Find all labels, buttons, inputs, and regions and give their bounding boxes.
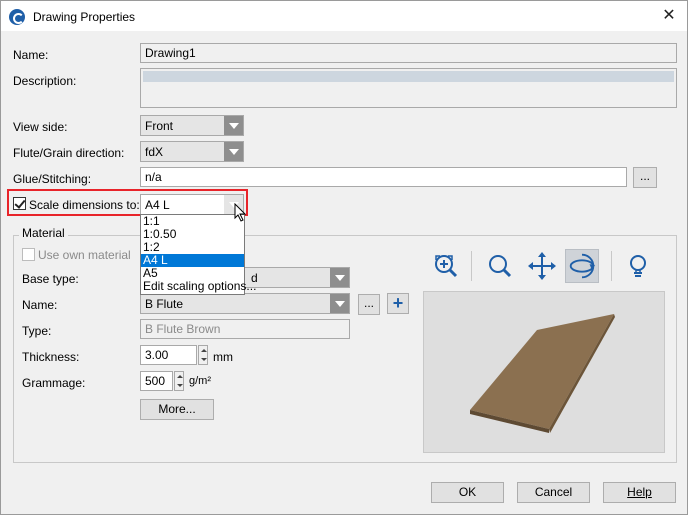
description-field[interactable] [140, 68, 677, 108]
chevron-down-icon [330, 294, 349, 313]
description-text-line [143, 71, 674, 82]
chevron-down-icon [224, 116, 243, 135]
flute-direction-select[interactable]: fdX [140, 141, 244, 162]
help-button[interactable]: Help [603, 482, 676, 503]
pan-icon[interactable] [525, 249, 559, 283]
scale-select[interactable]: A4 L [140, 194, 244, 215]
drawing-properties-dialog: Drawing Properties ✕ Name: Drawing1 Desc… [0, 0, 688, 515]
preview-toolbar [423, 243, 665, 289]
scale-dropdown-list: 1:1 1:0.50 1:2 A4 L A5 Edit scaling options..… [140, 214, 256, 295]
chevron-down-icon [224, 142, 243, 161]
flute-direction-value: fdX [145, 145, 164, 159]
material-name-value: B Flute [145, 297, 184, 311]
thickness-stepper[interactable] [198, 345, 208, 365]
ok-button[interactable]: OK [431, 482, 504, 503]
mouse-cursor-icon [234, 203, 247, 222]
app-logo-icon [9, 9, 25, 25]
grammage-stepper[interactable] [174, 371, 184, 391]
material-group-title: Material [19, 226, 68, 240]
cardboard-preview [470, 314, 615, 433]
name-label: Name: [13, 48, 49, 62]
chevron-down-icon [330, 268, 349, 287]
use-own-material-checkbox[interactable] [22, 248, 35, 261]
close-icon[interactable]: ✕ [657, 5, 681, 27]
scale-option[interactable]: Edit scaling options... [141, 280, 256, 293]
description-label: Description: [13, 74, 77, 88]
scale-value: A4 L [145, 198, 170, 212]
glue-browse-button[interactable]: ... [633, 167, 657, 188]
more-button[interactable]: More... [140, 399, 214, 420]
add-material-button[interactable]: + [387, 293, 409, 314]
scale-dimensions-checkbox[interactable] [13, 197, 26, 210]
use-own-material-label: Use own material [38, 248, 131, 262]
grammage-unit: g/m² [189, 375, 211, 387]
name-field[interactable]: Drawing1 [140, 43, 677, 63]
thickness-field[interactable]: 3.00 [140, 345, 197, 365]
cancel-button[interactable]: Cancel [517, 482, 590, 503]
rotate-icon[interactable] [565, 249, 599, 283]
view-side-value: Front [145, 119, 174, 133]
thickness-label: Thickness: [22, 350, 80, 364]
3d-preview-viewport[interactable] [423, 291, 665, 453]
grammage-label: Grammage: [22, 376, 86, 390]
zoom-fit-icon[interactable] [429, 249, 463, 283]
type-field[interactable]: B Flute Brown [140, 319, 350, 339]
grammage-field[interactable]: 500 [140, 371, 173, 391]
view-side-select[interactable]: Front [140, 115, 244, 136]
glue-stitching-label: Glue/Stitching: [13, 172, 92, 186]
window-title: Drawing Properties [33, 10, 136, 24]
thickness-unit: mm [213, 350, 233, 364]
title-bar: Drawing Properties ✕ [1, 1, 687, 31]
base-type-label: Base type: [22, 272, 79, 286]
scale-dimensions-label: Scale dimensions to: [29, 198, 140, 212]
toolbar-separator [471, 251, 472, 281]
zoom-icon[interactable] [483, 249, 517, 283]
material-browse-button[interactable]: ... [358, 294, 380, 315]
material-name-label: Name: [22, 298, 58, 312]
material-name-select[interactable]: B Flute [140, 293, 350, 314]
glue-stitching-field[interactable]: n/a [140, 167, 627, 187]
view-side-label: View side: [13, 120, 68, 134]
light-bulb-icon[interactable] [621, 249, 655, 283]
toolbar-separator [611, 251, 612, 281]
type-label: Type: [22, 324, 52, 338]
flute-direction-label: Flute/Grain direction: [13, 146, 125, 160]
